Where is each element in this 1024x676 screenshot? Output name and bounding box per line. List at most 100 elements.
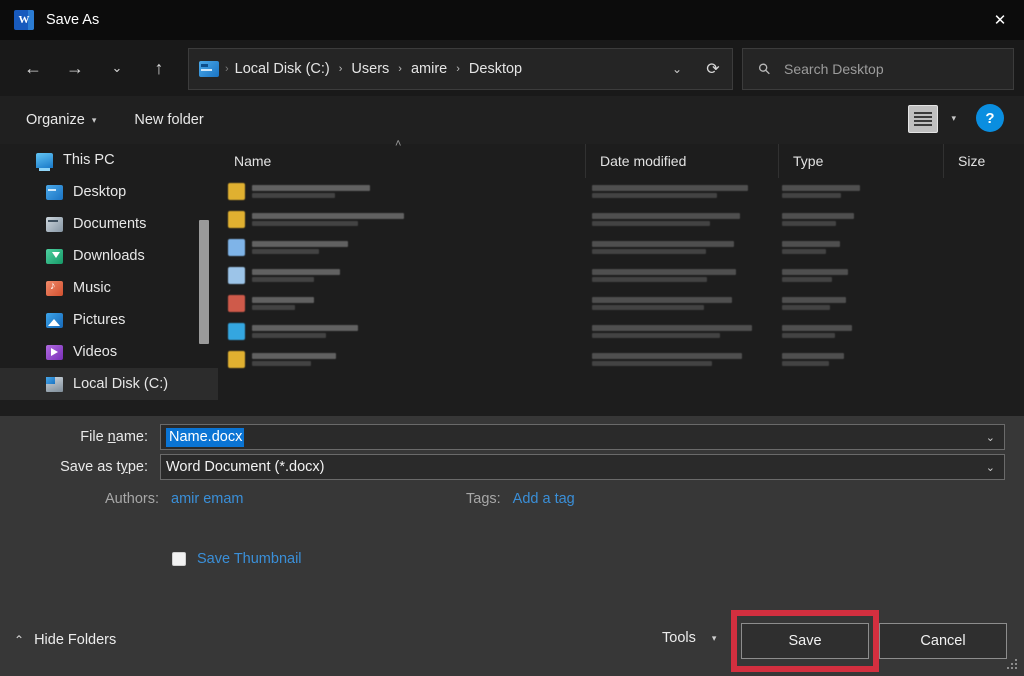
redacted-text xyxy=(592,213,740,219)
sidebar-item-local-disk-c[interactable]: Local Disk (C:) xyxy=(0,368,218,400)
table-row[interactable] xyxy=(220,348,1024,374)
chevron-up-icon: ⌃ xyxy=(14,633,25,647)
close-icon[interactable]: ✕ xyxy=(976,0,1024,40)
sidebar-item-documents[interactable]: Documents xyxy=(0,208,218,240)
sidebar-item-label: Music xyxy=(73,280,111,296)
sidebar-item-downloads[interactable]: Downloads xyxy=(0,240,218,272)
sidebar-item-label: Videos xyxy=(73,344,118,360)
save-thumbnail-label[interactable]: Save Thumbnail xyxy=(197,551,302,567)
breadcrumb-item-2[interactable]: amire xyxy=(411,61,447,77)
column-header-type[interactable]: Type xyxy=(778,144,943,178)
help-icon[interactable]: ? xyxy=(976,104,1004,132)
add-a-tag-link[interactable]: Add a tag xyxy=(513,491,575,507)
sidebar-item-videos[interactable]: Videos xyxy=(0,336,218,368)
redacted-text xyxy=(592,249,706,254)
column-header-name[interactable]: Name ˄ xyxy=(220,138,585,178)
back-icon[interactable]: ← xyxy=(12,48,54,88)
search-input[interactable] xyxy=(784,61,1013,77)
sidebar-scrollbar-thumb[interactable] xyxy=(199,220,209,344)
up-icon[interactable]: ↑ xyxy=(138,48,180,88)
redacted-text xyxy=(592,241,734,247)
videos-icon xyxy=(46,344,63,360)
address-bar[interactable]: › Local Disk (C:) › Users › amire › Desk… xyxy=(188,48,733,90)
chevron-down-icon[interactable]: ⌄ xyxy=(986,461,995,474)
folder-icon xyxy=(199,61,219,77)
sidebar-item-desktop[interactable]: Desktop xyxy=(0,176,218,208)
redacted-text xyxy=(252,361,311,366)
breadcrumb: Local Disk (C:) › Users › amire › Deskto… xyxy=(235,61,660,77)
sidebar-item-pictures[interactable]: Pictures xyxy=(0,304,218,336)
save-thumbnail-row[interactable]: Save Thumbnail xyxy=(172,551,302,567)
redacted-text xyxy=(252,193,335,198)
word-app-icon: W xyxy=(14,10,34,30)
authors-label: Authors: xyxy=(105,491,159,507)
save-button[interactable]: Save xyxy=(741,623,869,659)
downloads-icon xyxy=(46,248,63,264)
table-row[interactable] xyxy=(220,180,1024,206)
redacted-text xyxy=(782,213,854,219)
table-row[interactable] xyxy=(220,236,1024,262)
redacted-text xyxy=(782,333,835,338)
file-list: Name ˄ Date modified Type Size xyxy=(220,138,1024,416)
sort-ascending-icon: ˄ xyxy=(395,138,402,150)
chevron-down-icon[interactable]: ⌄ xyxy=(986,431,995,444)
breadcrumb-separator-dot: › xyxy=(225,63,229,75)
desktop-icon xyxy=(46,184,63,200)
table-row[interactable] xyxy=(220,292,1024,318)
redacted-text xyxy=(592,361,712,366)
tags-label: Tags: xyxy=(466,491,501,507)
redacted-text xyxy=(252,249,319,254)
redacted-text xyxy=(782,193,841,198)
redacted-text xyxy=(252,353,336,359)
sidebar-item-label: Downloads xyxy=(73,248,145,264)
sidebar-item-this-pc[interactable]: This PC xyxy=(0,144,218,176)
search-box[interactable]: ⚲ xyxy=(742,48,1014,90)
authors-value[interactable]: amir emam xyxy=(171,491,244,507)
forward-icon[interactable]: → xyxy=(54,48,96,88)
breadcrumb-item-3[interactable]: Desktop xyxy=(469,61,522,77)
redacted-text xyxy=(592,193,717,198)
file-type-icon xyxy=(228,239,245,256)
save-as-type-select[interactable]: Word Document (*.docx) ⌄ xyxy=(160,454,1005,480)
file-name-label: File name: xyxy=(80,429,148,445)
authors-row: Authors: amir emam xyxy=(105,491,244,507)
chevron-down-icon[interactable]: ⌄ xyxy=(660,62,694,76)
chevron-down-icon[interactable]: ▾ xyxy=(951,113,956,124)
file-rows-redacted[interactable] xyxy=(220,180,1024,380)
this-pc-icon xyxy=(36,152,53,171)
file-type-icon xyxy=(228,351,245,368)
sidebar-item-music[interactable]: Music xyxy=(0,272,218,304)
file-name-input[interactable]: Name.docx ⌄ xyxy=(160,424,1005,450)
redacted-text xyxy=(592,277,707,282)
chevron-down-icon: ▾ xyxy=(91,114,97,125)
redacted-text xyxy=(252,213,404,219)
column-header-size[interactable]: Size xyxy=(943,144,1024,178)
new-folder-button[interactable]: New folder xyxy=(134,112,203,128)
table-row[interactable] xyxy=(220,264,1024,290)
redacted-text xyxy=(252,325,358,331)
title-bar: W Save As ✕ xyxy=(0,0,1024,40)
redacted-text xyxy=(782,249,826,254)
recent-locations-icon[interactable]: ⌄ xyxy=(96,48,138,88)
resize-grip[interactable] xyxy=(1007,659,1019,671)
redacted-text xyxy=(252,241,348,247)
column-header-date-modified[interactable]: Date modified xyxy=(585,144,778,178)
sidebar-item-label: Pictures xyxy=(73,312,126,328)
redacted-text xyxy=(252,269,340,275)
save-as-type-label: Save as type: xyxy=(60,459,148,475)
breadcrumb-item-1[interactable]: Users xyxy=(351,61,389,77)
view-layout-icon[interactable] xyxy=(908,105,938,133)
hide-folders-button[interactable]: ⌃ Hide Folders xyxy=(14,632,116,648)
save-thumbnail-checkbox[interactable] xyxy=(172,552,186,566)
music-icon xyxy=(46,280,63,296)
refresh-icon[interactable]: ⟳ xyxy=(694,59,732,79)
table-row[interactable] xyxy=(220,208,1024,234)
table-row[interactable] xyxy=(220,320,1024,346)
cancel-button[interactable]: Cancel xyxy=(879,623,1007,659)
organize-button[interactable]: Organize ▾ xyxy=(26,112,96,128)
sidebar-item-label: This PC xyxy=(63,152,115,168)
tools-button[interactable]: Tools ▾ xyxy=(662,630,716,646)
breadcrumb-item-0[interactable]: Local Disk (C:) xyxy=(235,61,330,77)
column-label: Name xyxy=(234,153,272,169)
redacted-text xyxy=(252,305,295,310)
